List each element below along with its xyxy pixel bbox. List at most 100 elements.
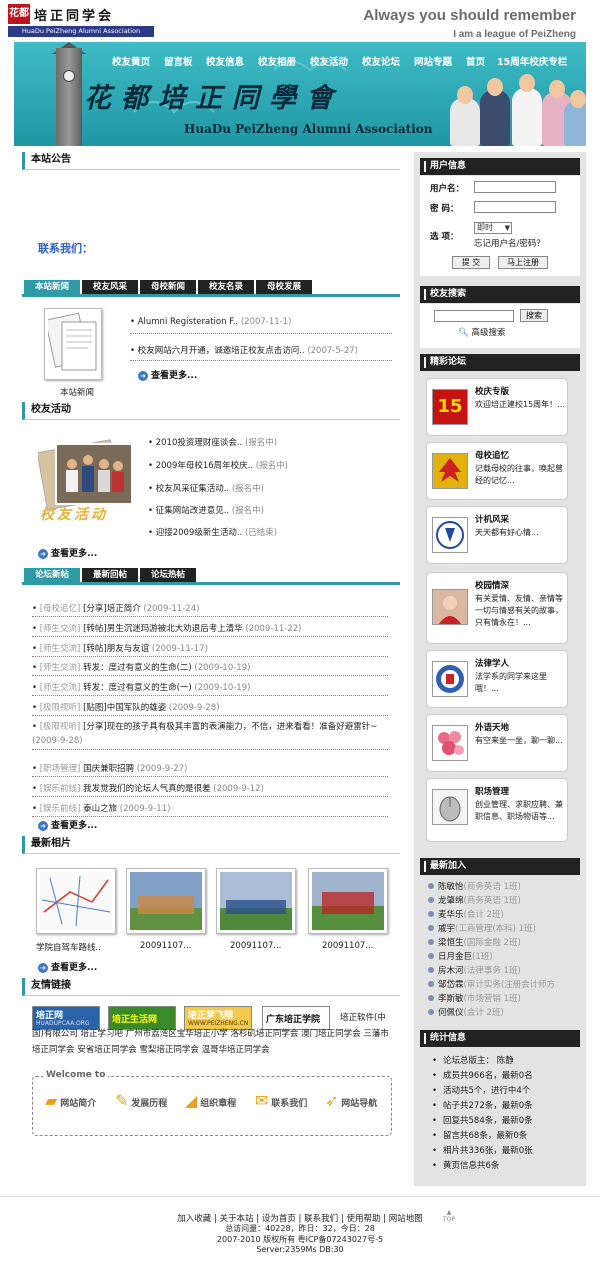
- tab-school-news[interactable]: 母校新闻: [140, 280, 196, 294]
- forum-card[interactable]: 法律学人 法学系的同学来这里哦！...: [426, 650, 568, 708]
- register-button[interactable]: 马上注册: [498, 256, 548, 269]
- welcome-item[interactable]: ➶ 网站导航: [325, 1091, 377, 1110]
- newcomer-item[interactable]: 梁恒生(国际金融 2班): [428, 936, 521, 948]
- forum-post-item[interactable]: • [母校追忆] [分享]培正简介 (2009-11-24): [32, 602, 199, 614]
- clock-icon: [63, 70, 75, 82]
- photo-caption[interactable]: 学院自驾车路线..: [36, 941, 101, 953]
- photo-thumbnail[interactable]: [36, 868, 116, 934]
- welcome-item[interactable]: ✎ 发展历程: [115, 1091, 167, 1110]
- slogan-primary: Always you should remember: [363, 7, 576, 24]
- forum-post-item[interactable]: • [师生交流] [转帖]男生沉迷玛游被北大劝退后考上清华 (2009-11-2…: [32, 622, 301, 634]
- activity-item[interactable]: • 2010投资理财座谈会.. (报名中): [148, 436, 277, 448]
- newcomer-item[interactable]: 日月金巨(1班): [428, 950, 493, 962]
- newcomer-item[interactable]: 何佩仪(会计 2班): [428, 1006, 504, 1018]
- activity-item[interactable]: • 校友风采征集活动.. (报名中): [148, 482, 264, 494]
- tab-forum-latest-replies[interactable]: 最新回帖: [82, 568, 138, 582]
- forum-post-item[interactable]: • [师生交流] 转发：度过有意义的生命(二) (2009-10-19): [32, 661, 250, 673]
- newcomer-item[interactable]: 李斯敏(市场营销 1班): [428, 992, 521, 1004]
- stat-item: 留言共68条，最新0条: [432, 1129, 527, 1141]
- nav-item[interactable]: 留言板: [164, 54, 193, 68]
- department-logo-icon: [432, 517, 468, 553]
- forum-more-link[interactable]: ➜ 查看更多...: [38, 818, 97, 831]
- password-input[interactable]: [474, 201, 556, 213]
- stat-item: 回复共584条，最新0条: [432, 1114, 533, 1126]
- tab-alumni-style[interactable]: 校友风采: [82, 280, 138, 294]
- activity-item[interactable]: • 征集网站改进意见.. (报名中): [148, 504, 264, 516]
- forum-post-item[interactable]: • [极限视听] [贴图]中国军队的雄姿 (2009-9-28): [32, 701, 220, 713]
- advanced-search-link[interactable]: 🔍︎ 高级搜索: [458, 326, 506, 338]
- photo-thumbnail[interactable]: [308, 868, 388, 934]
- tab-alumni-directory[interactable]: 校友名录: [198, 280, 254, 294]
- tab-site-news[interactable]: 本站新闻: [24, 280, 80, 294]
- forum-post-item[interactable]: • [娱乐前线] 泰山之旅 (2009-9-11): [32, 802, 170, 814]
- tab-school-development[interactable]: 母校发展: [256, 280, 312, 294]
- newcomer-item[interactable]: 麦华乐(会计 2班): [428, 908, 504, 920]
- welcome-item[interactable]: ▰ 网站简介: [45, 1091, 96, 1110]
- nav-item[interactable]: 首页: [466, 54, 485, 68]
- search-input[interactable]: [434, 310, 514, 322]
- newcomer-item[interactable]: 龙肇绵(商务英语 1班): [428, 894, 521, 906]
- nav-item[interactable]: 校友活动: [310, 54, 348, 68]
- newcomer-item[interactable]: 陈敏怡(商务英语 1班): [428, 880, 521, 892]
- welcome-item[interactable]: ◢ 组织章程: [185, 1091, 236, 1110]
- featured-forum-header: 精彩论坛: [420, 354, 580, 371]
- photos-more-link[interactable]: ➜ 查看更多...: [38, 960, 97, 973]
- search-button[interactable]: 搜索: [520, 309, 548, 322]
- divider: [32, 616, 388, 617]
- username-input[interactable]: [474, 181, 556, 193]
- tab-forum-new-posts[interactable]: 论坛新帖: [24, 568, 80, 582]
- forum-card[interactable]: 校园情深 有关爱情、友情、亲情等一切与情感有关的故事，只有情永在！...: [426, 572, 568, 644]
- activities-more-link[interactable]: ➜ 查看更多...: [38, 546, 97, 559]
- back-to-top-button[interactable]: ▲ TOP: [440, 1210, 458, 1224]
- tab-forum-hot-posts[interactable]: 论坛热帖: [140, 568, 196, 582]
- forum-card[interactable]: 母校追忆 记载母校的往事，唤起曾经的记忆...: [426, 442, 568, 500]
- photo-caption[interactable]: 20091107...: [140, 941, 191, 951]
- forum-card[interactable]: 计机风采 天天都有好心情...: [426, 506, 568, 564]
- submit-button[interactable]: 提 交: [452, 256, 490, 269]
- forum-post-item[interactable]: • [师生交流] 转发：度过有意义的生命(一) (2009-10-19): [32, 681, 250, 693]
- nav-item[interactable]: 校友黄页: [112, 54, 150, 68]
- photo-thumbnail[interactable]: [126, 868, 206, 934]
- photo-caption[interactable]: 20091107...: [230, 941, 281, 951]
- forum-post-item[interactable]: • [职场管理] 国庆兼职招聘 (2009-9-27): [32, 762, 187, 774]
- divider: [130, 333, 392, 334]
- friend-links-text[interactable]: 培正软件(中国)有限公司 培正学习吧 广州市荔湾区宝华培正小学 洛杉矶培正同学会…: [32, 1010, 392, 1058]
- newcomer-item[interactable]: 房木河(法律事务 1班): [428, 964, 521, 976]
- contact-us-link[interactable]: 联系我们：: [38, 240, 93, 256]
- nav-item[interactable]: 网站专题: [414, 54, 452, 68]
- forum-post-item[interactable]: • [师生交流] [转帖]朋友与友谊 (2009-11-17): [32, 642, 208, 654]
- activity-item[interactable]: • 2009年母校16周年校庆.. (报名中): [148, 459, 288, 471]
- news-item[interactable]: • 校友网站六月开通，诚邀培正校友点击访问.. (2007-5-27): [130, 344, 358, 356]
- news-thumbnail[interactable]: [44, 308, 102, 380]
- divider: [32, 715, 388, 716]
- activities-photo[interactable]: 校友活动: [36, 436, 136, 530]
- divider: [32, 776, 388, 777]
- welcome-item[interactable]: ✉ 联系我们: [255, 1091, 307, 1110]
- newcomer-item[interactable]: 邹岱霖(审计实务(注册会计师方: [428, 978, 578, 990]
- news-more-link[interactable]: ➜ 查看更多...: [138, 368, 197, 381]
- login-option-select[interactable]: 即时 ▼: [474, 222, 512, 234]
- forum-card[interactable]: 15 校庆专版 欢迎培正建校15周年！...: [426, 378, 568, 436]
- forgot-password-link[interactable]: 忘记用户名/密码？: [474, 237, 545, 249]
- activities-photo-overlay-text: 校友活动: [40, 507, 108, 523]
- footer-copyright: 2007-2010 版权所有 粤ICP备07243027号-5: [216, 1235, 384, 1244]
- forum-card[interactable]: 职场管理 创业管理、求职应聘、兼职信息、职场物语等...: [426, 778, 568, 842]
- photo-thumbnail[interactable]: [216, 868, 296, 934]
- forum-post-item[interactable]: • [娱乐前线] 我发觉我们的论坛人气真的是很差 (2009-9-12): [32, 782, 264, 794]
- nav-item[interactable]: 校友相册: [258, 54, 296, 68]
- divider: [32, 695, 388, 696]
- forum-post-item[interactable]: • [极限视听] [分享]现在的孩子具有极其丰富的表演能力，不信，进来看看！准备…: [32, 720, 388, 748]
- site-logo[interactable]: 花都 培正同学会 HuaDu PeiZheng Alumni Associati…: [8, 4, 154, 38]
- activity-item[interactable]: • 迎接2009级新生活动.. (已结束): [148, 526, 277, 538]
- logo-english-name: HuaDu PeiZheng Alumni Association: [8, 26, 154, 37]
- team-photo-image: [130, 872, 202, 930]
- nav-item[interactable]: 校友论坛: [362, 54, 400, 68]
- photo-caption[interactable]: 20091107...: [322, 941, 373, 951]
- newcomer-item[interactable]: 戚宇(工商管理(本科) 1班): [428, 922, 536, 934]
- forum-card[interactable]: 外语天地 有空来坐一坐，聊一聊...: [426, 714, 568, 772]
- news-item[interactable]: • Alumni Registeration F.. (2007-11-1): [130, 317, 291, 327]
- nav-item[interactable]: 校友信息: [206, 54, 244, 68]
- envelope-icon: ✉: [255, 1091, 269, 1110]
- nav-item[interactable]: 15周年校庆专栏: [497, 54, 567, 68]
- stat-item: 黄页信息共6条: [432, 1159, 499, 1171]
